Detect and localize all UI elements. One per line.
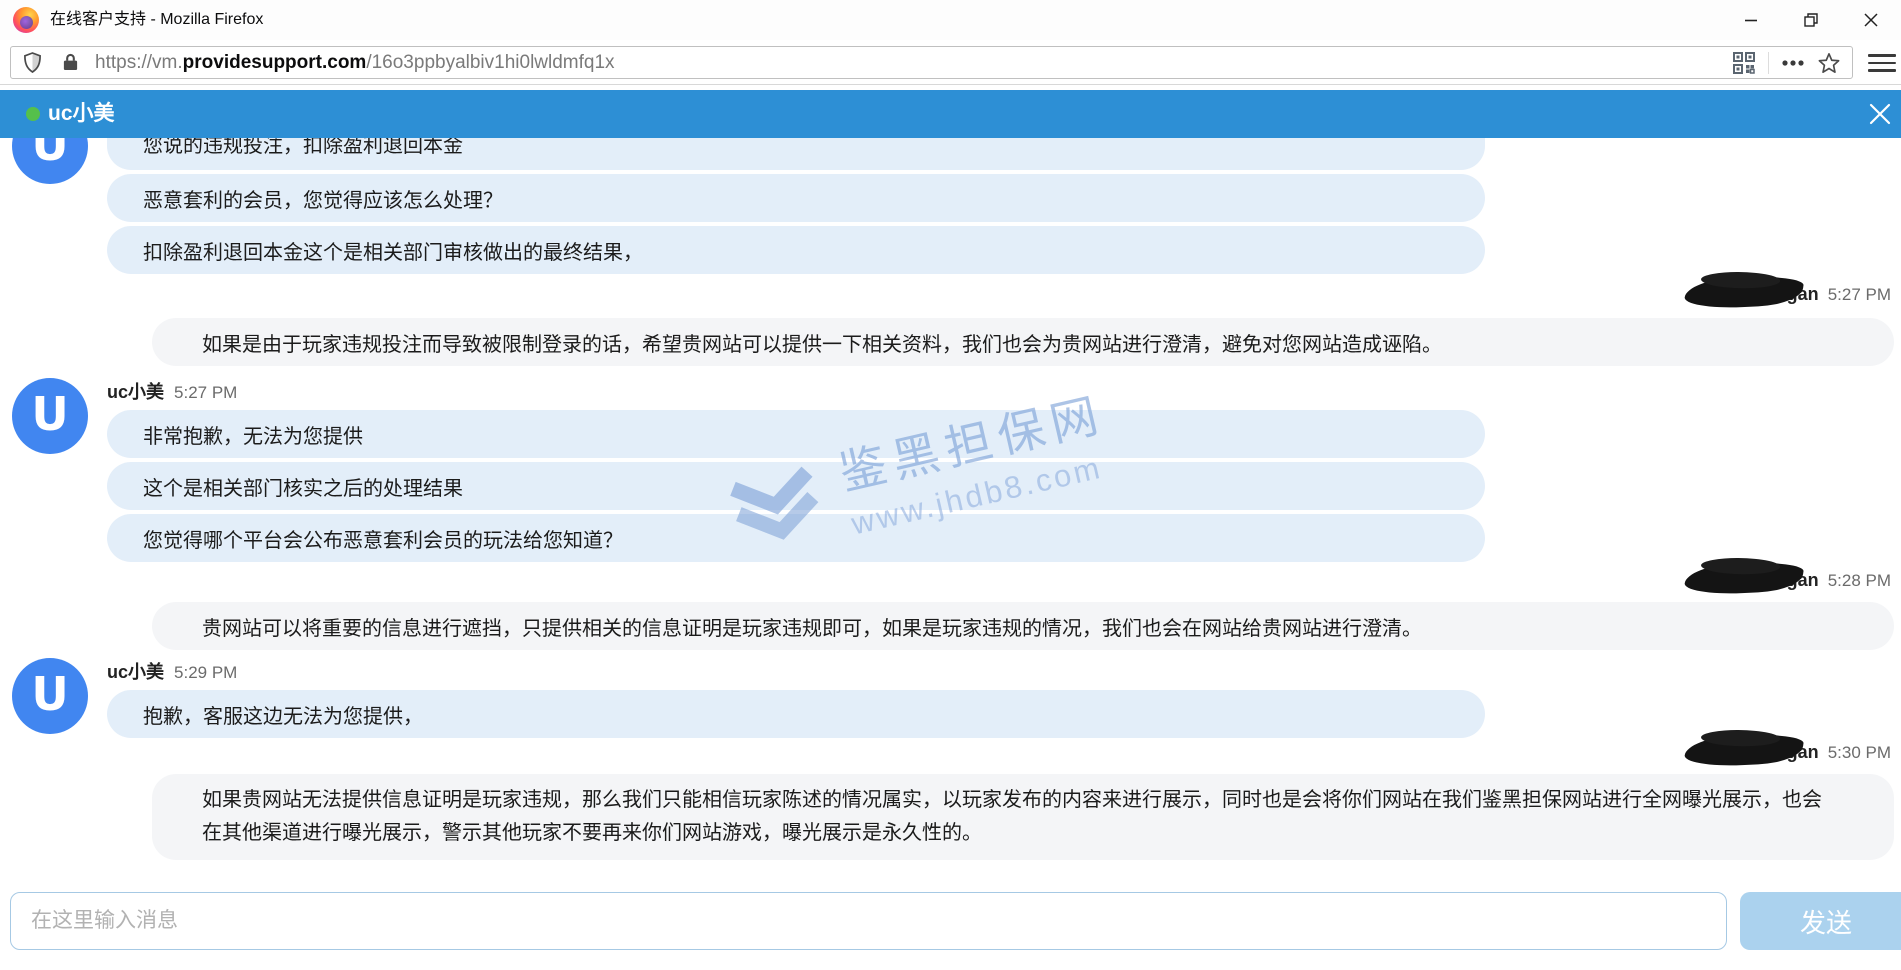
message-time: 5:27 PM [1828, 285, 1891, 305]
url-path: /16o3ppbyalbiv1hi0lwldmfq1x [366, 52, 614, 73]
message-time: 5:30 PM [1828, 743, 1891, 763]
message-time: 5:27 PM [174, 383, 237, 403]
url-domain: providesupport.com [183, 52, 367, 73]
menu-icon[interactable] [1868, 48, 1896, 78]
online-status-dot [26, 107, 40, 121]
agent-message: 这个是相关部门核实之后的处理结果 [107, 462, 1485, 510]
agent-message: 非常抱歉，无法为您提供 [107, 410, 1485, 458]
agent-avatar: U [12, 658, 88, 734]
tracking-shield-icon[interactable] [23, 52, 42, 73]
window-title: 在线客户支持 - Mozilla Firefox [50, 0, 263, 40]
customer-name: dinghaigan [1723, 570, 1819, 591]
customer-meta: dinghaigan 5:30 PM [1723, 742, 1891, 770]
redaction-blob [1683, 274, 1805, 309]
agent-message: 抱歉，客服这边无法为您提供， [107, 690, 1485, 738]
chat-agent-title: uc小美 [48, 90, 115, 138]
customer-name: dinghaigan [1723, 284, 1819, 305]
u-logo-icon: U [31, 667, 68, 721]
url-scheme: https://vm. [95, 52, 183, 73]
customer-name: dinghaigan [1723, 742, 1819, 763]
firefox-icon [13, 7, 39, 33]
url-text[interactable]: https://vm.providesupport.com/16o3ppbyal… [95, 52, 615, 74]
agent-name: uc小美 [107, 658, 164, 684]
bookmark-star-icon[interactable] [1818, 52, 1840, 74]
message-input[interactable] [10, 892, 1727, 950]
chat-close-icon[interactable] [1868, 102, 1892, 126]
window-titlebar: 在线客户支持 - Mozilla Firefox [0, 0, 1901, 40]
agent-message: 您觉得哪个平台会公布恶意套利会员的玩法给您知道？ [107, 514, 1485, 562]
message-time: 5:28 PM [1828, 571, 1891, 591]
lock-icon[interactable] [62, 53, 79, 72]
address-toolbar: https://vm.providesupport.com/16o3ppbyal… [0, 40, 1901, 85]
minimize-button[interactable] [1721, 0, 1781, 40]
url-bar[interactable]: https://vm.providesupport.com/16o3ppbyal… [10, 46, 1853, 79]
message-time: 5:29 PM [174, 663, 237, 683]
customer-message: 贵网站可以将重要的信息进行遮挡，只提供相关的信息证明是玩家违规即可，如果是玩家违… [152, 602, 1894, 650]
u-logo-icon: U [31, 387, 68, 441]
qr-code-icon[interactable] [1733, 52, 1755, 74]
restore-button[interactable] [1781, 0, 1841, 40]
customer-message: 如果贵网站无法提供信息证明是玩家违规，那么我们只能相信玩家陈述的情况属实，以玩家… [152, 774, 1894, 860]
agent-message: 扣除盈利退回本金这个是相关部门审核做出的最终结果， [107, 226, 1485, 274]
send-button[interactable]: 发送 [1740, 892, 1901, 950]
agent-name: uc小美 [107, 378, 164, 404]
redaction-blob [1683, 560, 1805, 595]
browser-window: 在线客户支持 - Mozilla Firefox https://vm.prov… [0, 0, 1901, 970]
window-close-button[interactable] [1841, 0, 1901, 40]
redaction-blob [1683, 732, 1805, 767]
agent-message: 恶意套利的会员，您觉得应该怎么处理？ [107, 174, 1485, 222]
agent-meta: uc小美 5:27 PM [107, 378, 237, 402]
agent-avatar: U [12, 378, 88, 454]
customer-meta: dinghaigan 5:27 PM [1723, 284, 1891, 312]
agent-meta: uc小美 5:29 PM [107, 658, 237, 682]
page-actions-icon[interactable] [1782, 60, 1804, 66]
customer-message: 如果是由于玩家违规投注而导致被限制登录的话，希望贵网站可以提供一下相关资料，我们… [152, 318, 1894, 366]
customer-meta: dinghaigan 5:28 PM [1723, 570, 1891, 598]
chat-header: uc小美 [0, 90, 1901, 138]
